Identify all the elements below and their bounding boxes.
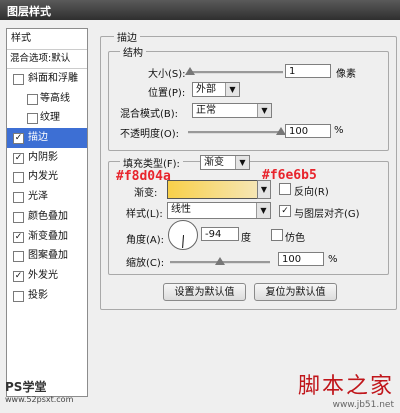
style-item[interactable]: 纹理 [7,108,87,128]
chevron-down-icon: ▼ [235,156,249,169]
blend-mode-label: 混合模式(B): [120,109,179,120]
size-label: 大小(S): [148,69,186,80]
blend-mode-value: 正常 [196,105,216,116]
chevron-down-icon: ▼ [257,104,271,117]
style-item[interactable]: 投影 [7,286,87,306]
fill-type-label: 填充类型(F): [120,155,183,170]
opacity-slider[interactable] [188,131,281,134]
style-label: 样式(L): [126,209,163,220]
reverse-checkbox[interactable] [279,183,291,195]
annotation-left-color: #f8d04a [116,169,171,184]
blend-mode-select[interactable]: 正常 ▼ [192,103,272,118]
gradient-picker[interactable]: ▼ [257,180,271,199]
structure-title: 结构 [120,44,146,59]
angle-needle [182,235,184,249]
style-item-label: 图案叠加 [28,250,68,262]
style-item-label: 颜色叠加 [28,210,68,222]
styles-panel: 样式 混合选项:默认 斜面和浮雕等高线纹理 ✓ 描边 ✓ 内阴影内发光光泽颜色叠加 ✓ 渐变… [6,28,88,397]
right-watermark-url: www.jb51.net [332,400,394,410]
window-title: 图层样式 [7,5,51,18]
style-item-checkbox[interactable] [13,211,24,223]
style-item-label: 等高线 [40,92,70,104]
style-item[interactable]: ✓ 外发光 [7,266,87,286]
chevron-down-icon: ▼ [225,83,239,96]
gradient-label: 渐变: [134,188,158,199]
opacity-percent: % [334,125,344,136]
style-item[interactable]: 斜面和浮雕 [7,69,87,89]
title-bar: 图层样式 [0,0,400,20]
set-default-button[interactable]: 设置为默认值 [163,283,246,301]
chevron-down-icon: ▼ [258,181,270,198]
position-select[interactable]: 外部 ▼ [192,82,240,97]
angle-unit: 度 [241,233,251,244]
style-item-checkbox[interactable]: ✓ [13,231,24,243]
align-layer-checkbox[interactable]: ✓ [279,205,291,217]
scale-slider-thumb[interactable] [215,257,225,265]
size-input[interactable]: 1 [285,64,331,78]
style-item[interactable]: 等高线 [7,89,87,109]
style-item[interactable]: 内发光 [7,167,87,187]
blend-options-item[interactable]: 混合选项:默认 [7,50,87,69]
styles-header[interactable]: 样式 [7,29,87,50]
size-slider[interactable] [188,71,283,74]
right-watermark-text: 脚本之家 [297,374,394,399]
style-item-label: 斜面和浮雕 [28,73,78,84]
style-item-checkbox[interactable] [13,74,24,85]
opacity-input[interactable]: 100 [285,124,331,138]
angle-dial[interactable] [168,220,198,250]
style-item[interactable]: 颜色叠加 [7,207,87,227]
reverse-label: 反向(R) [294,187,329,198]
style-item-label: 渐变叠加 [28,230,68,242]
style-item-checkbox[interactable] [27,93,38,105]
style-item-checkbox[interactable]: ✓ [13,152,24,164]
scale-label: 缩放(C): [126,258,165,269]
style-item-label: 内发光 [28,171,58,183]
right-watermark: 脚本之家 www.jb51.net [298,368,394,410]
style-item[interactable]: 图案叠加 [7,246,87,266]
style-select[interactable]: 线性 ▼ [167,202,271,219]
left-watermark-url: www.52psxt.com [5,395,74,404]
opacity-label: 不透明度(O): [120,129,180,140]
reset-default-button[interactable]: 复位为默认值 [254,283,337,301]
scale-percent: % [328,254,338,265]
position-value: 外部 [196,84,216,95]
style-item-checkbox[interactable] [13,172,24,184]
stroke-settings: 描边 结构 大小(S): 1 像素 位置(P): 外部 ▼ 混合模式(B): 正… [100,28,397,408]
fill-type-select[interactable]: 渐变 ▼ [200,155,250,170]
style-item-checkbox[interactable]: ✓ [13,270,24,282]
style-item-label: 内阴影 [28,151,58,163]
style-value: 线性 [171,204,191,215]
size-slider-thumb[interactable] [184,67,195,75]
style-list: 斜面和浮雕等高线纹理 ✓ 描边 ✓ 内阴影内发光光泽颜色叠加 ✓ 渐变叠加图案叠加 ✓ 外发光投… [7,69,87,305]
dither-label: 仿色 [285,233,305,244]
scale-input[interactable]: 100 [278,252,324,266]
gradient-preview[interactable] [167,180,259,199]
align-layer-label: 与图层对齐(G) [294,209,360,220]
style-item-label: 光泽 [28,191,48,203]
size-unit: 像素 [336,69,356,80]
style-item-checkbox[interactable] [13,251,24,263]
left-watermark-text: PS学堂 [5,380,47,394]
left-watermark: PS学堂 www.52psxt.com [5,378,73,404]
style-item-label: 投影 [28,289,48,301]
style-item-label: 纹理 [40,112,60,124]
chevron-down-icon: ▼ [256,203,270,218]
stroke-section-title: 描边 [114,29,140,44]
check-icon: ✓ [281,206,289,216]
style-item-label: 描边 [28,132,48,144]
position-label: 位置(P): [148,88,186,99]
angle-label: 角度(A): [126,235,165,246]
style-item[interactable]: ✓ 渐变叠加 [7,227,87,247]
fill-type-value: 渐变 [204,157,224,168]
style-item-checkbox[interactable] [13,290,24,302]
style-item-checkbox[interactable] [13,192,24,204]
dither-checkbox[interactable] [271,229,283,241]
angle-input[interactable]: -94 [201,227,239,241]
style-item-label: 外发光 [28,269,58,281]
style-item-checkbox[interactable] [27,113,38,125]
style-item[interactable]: ✓ 描边 [7,128,87,148]
style-item[interactable]: 光泽 [7,187,87,207]
style-item-checkbox[interactable]: ✓ [13,133,24,145]
style-item[interactable]: ✓ 内阴影 [7,148,87,168]
